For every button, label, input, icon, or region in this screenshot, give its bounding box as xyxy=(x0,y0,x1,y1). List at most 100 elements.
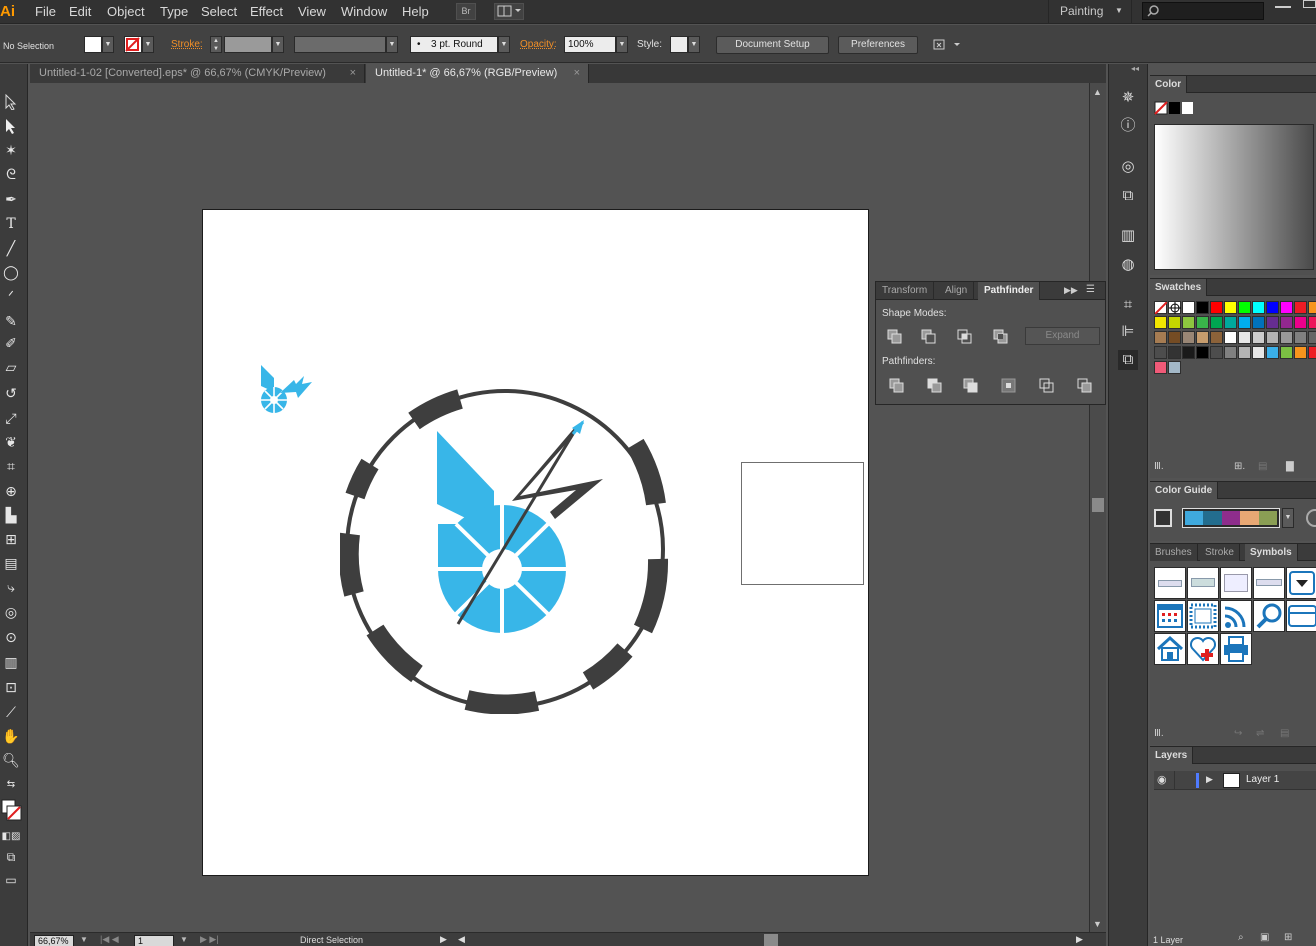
fill-stroke-mini-icons[interactable] xyxy=(1154,101,1194,117)
color-swatch[interactable] xyxy=(1280,301,1293,314)
tab-document-active[interactable]: Untitled-1* @ 66,67% (RGB/Preview) × xyxy=(366,64,589,83)
fill-swatch[interactable] xyxy=(84,36,102,53)
color-swatch[interactable] xyxy=(1266,301,1279,314)
eyedropper-tool-icon[interactable]: ⤷ xyxy=(0,576,22,598)
color-swatch[interactable] xyxy=(1308,301,1316,314)
color-swatch[interactable] xyxy=(1252,346,1265,359)
bridge-button[interactable]: Br xyxy=(456,3,476,20)
profile-dropdown[interactable]: ▼ xyxy=(386,36,398,53)
slice-tool-icon[interactable]: ⟋ xyxy=(0,701,22,723)
artboards-icon[interactable]: ⌗ xyxy=(1118,295,1138,315)
color-swatch[interactable] xyxy=(1238,346,1251,359)
opacity-label[interactable]: Opacity: xyxy=(520,39,557,51)
color-swatch[interactable] xyxy=(1224,346,1237,359)
document-setup-button[interactable]: Document Setup xyxy=(716,36,829,54)
place-symbol-icon[interactable]: ↪ xyxy=(1234,728,1242,739)
fill-dropdown[interactable]: ▼ xyxy=(102,36,114,53)
menu-select[interactable]: Select xyxy=(201,4,237,19)
artboard-dropdown-icon[interactable]: ▼ xyxy=(180,935,188,944)
new-sublayer-icon[interactable]: ⊞ xyxy=(1284,932,1292,943)
color-guide-panel-title[interactable]: Color Guide xyxy=(1150,482,1219,499)
stroke-weight-dropdown[interactable]: ▼ xyxy=(272,36,284,53)
expand-button[interactable]: Expand xyxy=(1025,327,1100,345)
tab-brushes[interactable]: Brushes xyxy=(1150,544,1198,561)
layer-row[interactable]: ◉ ▶ Layer 1 xyxy=(1154,771,1316,790)
color-swatch[interactable] xyxy=(1224,301,1237,314)
preferences-button[interactable]: Preferences xyxy=(838,36,918,54)
zoom-tool-icon[interactable]: 🔍︎ xyxy=(0,749,22,771)
style-dropdown[interactable]: ▼ xyxy=(688,36,700,53)
workspace-switcher[interactable]: Painting ▼ xyxy=(1048,0,1132,24)
color-swatch[interactable] xyxy=(1224,331,1237,344)
scroll-right-icon[interactable]: ▶ xyxy=(1076,934,1083,945)
symbol-sprayer-tool-icon[interactable]: ⊙ xyxy=(0,626,22,648)
color-swatch[interactable] xyxy=(1154,361,1167,374)
color-swatch[interactable] xyxy=(1280,346,1293,359)
arrange-documents-button[interactable] xyxy=(494,3,524,20)
exclude-icon[interactable] xyxy=(992,328,1010,346)
collapse-panel-icon[interactable]: ▶▶ xyxy=(1064,285,1078,296)
transparency-icon[interactable]: ◍ xyxy=(1118,255,1138,275)
status-menu-icon[interactable]: ▶ xyxy=(440,934,447,945)
color-swatch[interactable] xyxy=(1182,316,1195,329)
zoom-dropdown-icon[interactable]: ▼ xyxy=(80,935,88,944)
color-swatch[interactable] xyxy=(1182,346,1195,359)
calendar-symbol-icon[interactable] xyxy=(1154,600,1186,632)
close-icon[interactable]: × xyxy=(574,64,580,82)
color-swatch[interactable] xyxy=(1266,346,1279,359)
collapse-strip-icon[interactable]: ◂◂ xyxy=(1131,64,1139,73)
break-link-icon[interactable]: ⇌ xyxy=(1256,728,1264,739)
symbol-bar-2[interactable] xyxy=(1187,567,1219,599)
selection-tool-icon[interactable] xyxy=(0,91,22,113)
stroke-dropdown[interactable]: ▼ xyxy=(142,36,154,53)
color-swatch[interactable] xyxy=(1252,316,1265,329)
symbol-bar-1[interactable] xyxy=(1154,567,1186,599)
color-swatch[interactable] xyxy=(1210,346,1223,359)
swatch-libraries-icon[interactable]: Ⅲ. xyxy=(1154,461,1164,472)
stroke-weight-stepper[interactable]: ▲ ▼ xyxy=(210,36,222,53)
maximize-button[interactable] xyxy=(1303,0,1316,8)
layer-name[interactable]: Layer 1 xyxy=(1246,774,1279,785)
tab-symbols[interactable]: Symbols xyxy=(1245,544,1298,561)
color-swatch[interactable] xyxy=(1168,361,1181,374)
tab-document-eps[interactable]: Untitled-1-02 [Converted].eps* @ 66,67% … xyxy=(30,64,365,83)
eraser-tool-icon[interactable]: ▱ xyxy=(0,356,22,378)
color-swatch[interactable] xyxy=(1238,301,1251,314)
eye-icon[interactable]: ◉ xyxy=(1157,773,1167,786)
merge-icon[interactable] xyxy=(962,377,980,395)
home-symbol-icon[interactable] xyxy=(1154,633,1186,665)
harmony-color-chip[interactable] xyxy=(1221,511,1241,525)
harmony-color-chip[interactable] xyxy=(1185,511,1204,525)
symbol-libraries-icon[interactable]: Ⅲ. xyxy=(1154,728,1164,739)
shape-builder-tool-icon[interactable]: ⊕ xyxy=(0,480,22,502)
harmony-dropdown-icon[interactable]: ▼ xyxy=(1282,508,1294,528)
magnifier-symbol-icon[interactable] xyxy=(1253,600,1285,632)
menu-edit[interactable]: Edit xyxy=(69,4,91,19)
color-swatch[interactable] xyxy=(1308,316,1316,329)
color-swatch[interactable] xyxy=(1294,316,1307,329)
zoom-input[interactable]: 66,67% xyxy=(34,935,74,946)
minus-back-icon[interactable] xyxy=(1076,377,1094,395)
base-color-swatch[interactable] xyxy=(1154,509,1172,527)
color-swatch[interactable] xyxy=(1224,316,1237,329)
opacity-dropdown[interactable]: ▼ xyxy=(616,36,628,53)
fill-stroke-indicator[interactable] xyxy=(1,798,22,824)
mesh-tool-icon[interactable]: ⊞ xyxy=(0,528,22,550)
color-swatch[interactable] xyxy=(1182,331,1195,344)
color-swatch[interactable] xyxy=(1238,331,1251,344)
symbol-options-icon[interactable]: ▤ xyxy=(1280,728,1289,739)
color-swatch[interactable] xyxy=(1308,346,1316,359)
brush-dropdown[interactable]: ▼ xyxy=(498,36,510,53)
drawing-mode-icon[interactable]: ⧉ xyxy=(0,846,22,868)
gradient-tool-icon[interactable]: ▤ xyxy=(0,552,22,574)
links-icon[interactable]: ⧉ xyxy=(1118,186,1138,206)
magic-wand-tool-icon[interactable]: ✶ xyxy=(0,139,22,161)
harmony-color-chip[interactable] xyxy=(1258,511,1278,525)
rss-symbol-icon[interactable] xyxy=(1220,600,1252,632)
stroke-swatch[interactable] xyxy=(124,36,142,53)
color-swatch[interactable] xyxy=(1168,316,1181,329)
appearance-icon[interactable]: ✵ xyxy=(1118,88,1138,108)
symbol-bar-4[interactable] xyxy=(1253,567,1285,599)
trim-icon[interactable] xyxy=(926,377,944,395)
lasso-tool-icon[interactable]: ᘓ xyxy=(0,163,22,185)
